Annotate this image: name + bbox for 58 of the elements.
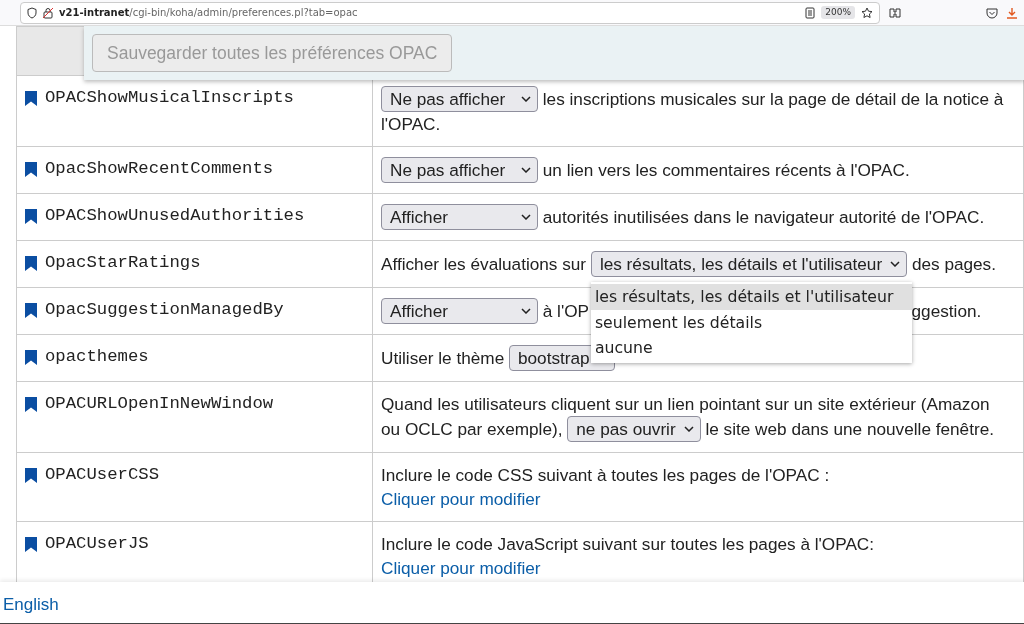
preference-name: opacthemes	[45, 346, 149, 368]
description-text: Quand les utilisateurs cliquent sur un lien pointant sur un site extérieur (Amazon	[381, 394, 990, 414]
dropdown-option[interactable]: seulement les détails	[590, 309, 912, 335]
dropdown-option[interactable]: les résultats, les détails et l'utilisateur	[590, 284, 912, 310]
shield-icon	[27, 6, 37, 19]
bookmark-icon	[25, 161, 37, 177]
edit-link[interactable]: Cliquer pour modifier	[381, 487, 1015, 511]
description-text: à l'OP	[542, 301, 589, 321]
bookmark-icon	[25, 536, 37, 552]
preference-name: OpacStarRatings	[45, 252, 201, 274]
extension-icon[interactable]	[888, 6, 902, 19]
preference-name: OpacShowRecentComments	[45, 158, 274, 180]
description-text: ggestion.	[911, 301, 982, 321]
bookmark-icon	[25, 208, 37, 224]
description-text: ou OCLC par exemple),	[381, 419, 563, 439]
bookmark-icon	[25, 302, 37, 318]
lock-icon	[43, 6, 53, 19]
description-text: des pages.	[911, 254, 996, 274]
caret-icon	[890, 261, 901, 267]
preference-name: OPACShowUnusedAuthorities	[45, 205, 305, 227]
preference-name: OPACURLOpenInNewWindow	[45, 393, 274, 415]
description-text: Inclure le code CSS suivant à toutes les pages de l'OPAC :	[381, 465, 830, 485]
dropdown[interactable]: Ne pas afficher	[381, 157, 538, 183]
reader-view-icon[interactable]	[805, 6, 816, 19]
dropdown[interactable]: ne pas ouvrir	[567, 416, 701, 442]
bookmark-icon	[25, 349, 37, 365]
description-text: autorités inutilisées dans le navigateur autorité de l'OPAC.	[542, 207, 985, 227]
description-text: un lien vers les commentaires récents à l'OPAC.	[542, 160, 910, 180]
description-text: Afficher les évaluations sur	[381, 254, 587, 274]
address-bar[interactable]: v21-intranet/cgi-bin/koha/admin/preferences.pl?tab=opac 200%	[20, 1, 880, 24]
bookmark-icon	[25, 90, 37, 106]
description-text: le site web dans une nouvelle fenêtre.	[705, 419, 994, 439]
preference-name: OPACUserCSS	[45, 464, 160, 486]
caret-icon	[521, 214, 531, 220]
language-link[interactable]: English	[3, 595, 59, 614]
bookmark-icon	[25, 396, 37, 412]
caret-icon	[521, 308, 531, 314]
bookmark-icon	[25, 467, 37, 483]
caret-icon	[521, 96, 531, 102]
url-text: v21-intranet/cgi-bin/koha/admin/preferences.pl?tab=opac	[59, 6, 359, 20]
description-text: Utiliser le thème	[381, 348, 505, 368]
caret-icon	[521, 167, 531, 173]
download-icon[interactable]	[1006, 6, 1018, 19]
description-text: l'OPAC.	[381, 114, 441, 134]
star-icon[interactable]	[861, 6, 873, 19]
dropdown[interactable]: Afficher	[381, 298, 538, 324]
preference-name: OPACUserJS	[45, 533, 149, 555]
description-text: les inscriptions musicales sur la page de détail de la notice à	[542, 89, 1004, 109]
zoom-level[interactable]: 200%	[821, 5, 855, 20]
bookmark-icon	[25, 255, 37, 271]
dropdown[interactable]: Afficher	[381, 204, 538, 230]
description-text: Inclure le code JavaScript suivant sur toutes les pages à l'OPAC:	[381, 534, 875, 554]
preference-name: OPACShowMusicalInscripts	[45, 87, 294, 109]
pocket-icon[interactable]	[986, 6, 998, 19]
edit-link[interactable]: Cliquer pour modifier	[381, 556, 1015, 580]
preference-name: OpacSuggestionManagedBy	[45, 299, 284, 321]
dropdown[interactable]: Ne pas afficher	[381, 86, 538, 112]
caret-icon	[683, 426, 694, 432]
